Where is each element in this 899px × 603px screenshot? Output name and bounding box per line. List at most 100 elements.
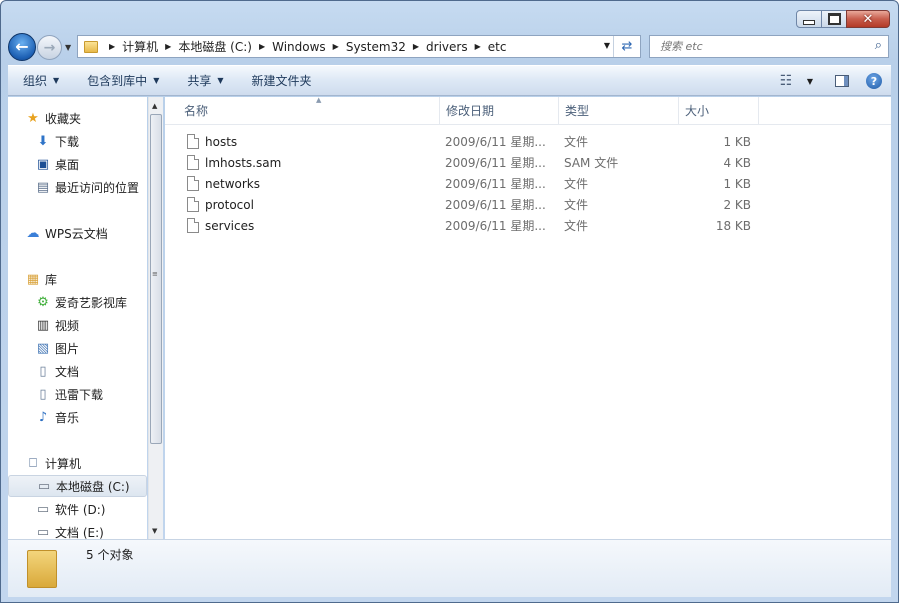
organize-label: 组织 — [23, 74, 48, 88]
view-list-icon: ☷ — [779, 73, 793, 89]
nav-label: 文档 (E:) — [55, 525, 104, 540]
nav-xunlei-downloads[interactable]: ▯ 迅雷下载 — [35, 383, 103, 405]
nav-drive-c[interactable]: ▭ 本地磁盘 (C:) — [8, 475, 147, 497]
file-date: 2009/6/11 星期... — [445, 177, 546, 191]
file-icon — [187, 218, 199, 233]
minimize-button[interactable] — [796, 10, 822, 28]
chevron-down-icon: ▼ — [153, 76, 160, 85]
nav-drive-e[interactable]: ▭ 文档 (E:) — [35, 521, 104, 540]
breadcrumb-item-drivers[interactable]: drivers — [426, 40, 468, 54]
iqiyi-icon: ⚙ — [37, 294, 49, 310]
column-size[interactable]: 大小 — [679, 97, 759, 124]
nav-favorites[interactable]: ★ 收藏夹 — [25, 107, 81, 129]
nav-videos[interactable]: ▥ 视频 — [35, 314, 79, 336]
search-input[interactable] — [658, 39, 862, 54]
drive-icon: ▭ — [36, 524, 50, 540]
drive-icon: ▭ — [37, 478, 51, 494]
nav-computer[interactable]: ⎕ 计算机 — [25, 452, 81, 474]
chevron-right-icon[interactable]: ▶ — [413, 42, 419, 51]
help-button[interactable]: ? — [863, 70, 885, 92]
table-row[interactable]: protocol 2009/6/11 星期... 文件 2 KB — [165, 194, 755, 215]
file-name-cell: lmhosts.sam — [187, 152, 281, 173]
nav-wps-cloud[interactable]: ☁ WPS云文档 — [25, 222, 108, 244]
search-icon[interactable]: ⌕ — [875, 38, 882, 53]
scrollbar-thumb[interactable] — [150, 114, 162, 444]
view-controls: ☷ ▼ ? — [765, 70, 885, 92]
nav-downloads[interactable]: ⬇ 下载 — [35, 130, 79, 152]
cloud-icon: ☁ — [26, 225, 40, 241]
forward-button[interactable]: → — [37, 35, 62, 60]
nav-music[interactable]: ♪ 音乐 — [35, 406, 79, 428]
command-bar: 组织 ▼ 包含到库中 ▼ 共享 ▼ 新建文件夹 ☷ ▼ ? — [8, 65, 891, 96]
organize-button[interactable]: 组织 ▼ — [8, 66, 72, 95]
chevron-down-icon: ▼ — [806, 76, 814, 86]
table-row[interactable]: networks 2009/6/11 星期... 文件 1 KB — [165, 173, 755, 194]
change-view-button[interactable]: ☷ — [775, 70, 797, 92]
nav-desktop[interactable]: ▣ 桌面 — [35, 153, 79, 175]
document-icon: ▯ — [39, 386, 47, 402]
recent-pages-dropdown[interactable]: ▼ — [65, 43, 71, 52]
refresh-button[interactable]: ⇄ — [613, 36, 640, 57]
file-list: 名称 ▲ 修改日期 类型 大小 hosts 2009/6/11 星期... 文件 … — [165, 96, 891, 539]
nav-iqiyi-library[interactable]: ⚙ 爱奇艺影视库 — [35, 291, 127, 313]
address-history-dropdown[interactable]: ▼ — [604, 41, 610, 50]
chevron-right-icon[interactable]: ▶ — [333, 42, 339, 51]
column-label: 类型 — [565, 104, 590, 118]
address-bar[interactable]: ▶ 计算机 ▶ 本地磁盘 (C:) ▶ Windows ▶ System32 ▶… — [77, 35, 641, 58]
scroll-down-icon[interactable]: ▼ — [152, 527, 157, 535]
new-folder-button[interactable]: 新建文件夹 — [237, 66, 325, 95]
nav-drive-d[interactable]: ▭ 软件 (D:) — [35, 498, 106, 520]
back-button[interactable]: ← — [8, 33, 36, 61]
video-film-icon: ▥ — [36, 317, 50, 333]
column-type[interactable]: 类型 — [559, 97, 679, 124]
table-row[interactable]: lmhosts.sam 2009/6/11 星期... SAM 文件 4 KB — [165, 152, 755, 173]
chevron-right-icon[interactable]: ▶ — [165, 42, 171, 51]
file-size: 1 KB — [723, 176, 751, 191]
file-name-cell: hosts — [187, 131, 237, 152]
table-row[interactable]: hosts 2009/6/11 星期... 文件 1 KB — [165, 131, 755, 152]
nav-recent-places[interactable]: ▤ 最近访问的位置 — [35, 176, 139, 198]
column-date-modified[interactable]: 修改日期 — [440, 97, 559, 124]
nav-pictures[interactable]: ▧ 图片 — [35, 337, 79, 359]
new-folder-label: 新建文件夹 — [251, 74, 312, 88]
close-button[interactable]: ✕ — [846, 10, 890, 28]
nav-label: 图片 — [55, 341, 80, 356]
music-note-icon: ♪ — [38, 409, 48, 425]
breadcrumb-item-drive-c[interactable]: 本地磁盘 (C:) — [178, 38, 252, 55]
share-button[interactable]: 共享 ▼ — [172, 66, 236, 95]
table-row[interactable]: services 2009/6/11 星期... 文件 18 KB — [165, 215, 755, 236]
nav-documents[interactable]: ▯ 文档 — [35, 360, 79, 382]
nav-label: 视频 — [55, 318, 80, 333]
chevron-right-icon[interactable]: ▶ — [475, 42, 481, 51]
folder-shape — [27, 550, 57, 588]
column-name[interactable]: 名称 ▲ — [178, 96, 440, 124]
file-name: services — [205, 218, 255, 233]
nav-scrollbar[interactable]: ▲ ≡ ▼ — [148, 97, 163, 539]
breadcrumb-item-system32[interactable]: System32 — [346, 40, 406, 54]
breadcrumb-item-etc[interactable]: etc — [488, 40, 507, 54]
chevron-right-icon[interactable]: ▶ — [259, 42, 265, 51]
breadcrumb-item-windows[interactable]: Windows — [272, 40, 326, 54]
chevron-right-icon[interactable]: ▶ — [109, 42, 115, 51]
file-name-cell: services — [187, 215, 254, 236]
chevron-down-icon: ▼ — [217, 76, 224, 85]
scroll-up-icon[interactable]: ▲ — [152, 102, 157, 110]
nav-label: WPS云文档 — [45, 226, 108, 241]
file-type: SAM 文件 — [564, 156, 619, 170]
star-icon: ★ — [27, 110, 39, 126]
file-icon — [187, 134, 199, 149]
nav-libraries[interactable]: ▦ 库 — [25, 268, 57, 290]
nav-label: 文档 — [55, 364, 80, 379]
recent-places-icon: ▤ — [36, 179, 50, 195]
nav-label: 最近访问的位置 — [55, 180, 140, 195]
chevron-down-icon: ▼ — [53, 76, 60, 85]
file-name: lmhosts.sam — [205, 155, 282, 170]
view-options-dropdown[interactable]: ▼ — [799, 70, 821, 92]
maximize-button[interactable] — [821, 10, 847, 28]
search-box: ⌕ — [649, 35, 889, 58]
preview-pane-button[interactable] — [831, 70, 853, 92]
minimize-icon — [803, 19, 815, 25]
folder-icon — [84, 40, 98, 53]
include-in-library-button[interactable]: 包含到库中 ▼ — [72, 66, 172, 95]
breadcrumb-item-computer[interactable]: 计算机 — [122, 38, 158, 55]
